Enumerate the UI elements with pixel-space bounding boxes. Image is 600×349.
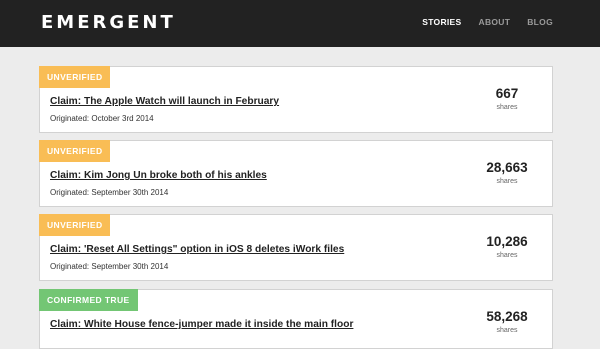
share-count-label: shares xyxy=(496,178,518,185)
share-count-label: shares xyxy=(496,327,518,334)
nav-stories-link[interactable]: STORIES xyxy=(422,17,461,27)
site-logo[interactable]: EMERGENT xyxy=(41,12,176,34)
share-count: 28,663 shares xyxy=(462,160,552,187)
main-nav: STORIES ABOUT BLOG xyxy=(422,17,553,27)
claim-link[interactable]: Claim: The Apple Watch will launch in Fe… xyxy=(50,96,279,108)
status-badge-unverified: UNVERIFIED xyxy=(39,214,111,236)
share-count-label: shares xyxy=(496,252,518,259)
share-count: 667 shares xyxy=(462,86,552,113)
share-count-value: 58,268 xyxy=(486,309,528,324)
share-count: 58,268 shares xyxy=(462,309,552,336)
originated-date: Originated: September 30th 2014 xyxy=(50,188,169,197)
status-badge-confirmed-true: CONFIRMED TRUE xyxy=(39,289,138,311)
nav-blog-link[interactable]: BLOG xyxy=(527,17,553,27)
originated-date: Originated: September 30th 2014 xyxy=(50,262,169,271)
story-card[interactable]: UNVERIFIED Claim: 'Reset All Settings" o… xyxy=(39,214,553,281)
share-count-value: 28,663 xyxy=(486,160,528,175)
share-count-label: shares xyxy=(496,104,518,111)
share-count: 10,286 shares xyxy=(462,234,552,261)
story-card[interactable]: UNVERIFIED Claim: Kim Jong Un broke both… xyxy=(39,140,553,207)
claim-link[interactable]: Claim: 'Reset All Settings" option in iO… xyxy=(50,244,344,256)
top-navigation-bar: EMERGENT STORIES ABOUT BLOG xyxy=(0,0,600,47)
status-badge-unverified: UNVERIFIED xyxy=(39,140,111,162)
share-count-value: 10,286 xyxy=(486,234,528,249)
story-card[interactable]: UNVERIFIED Claim: The Apple Watch will l… xyxy=(39,66,553,133)
claim-link[interactable]: Claim: White House fence-jumper made it … xyxy=(50,319,353,331)
originated-date: Originated: October 3rd 2014 xyxy=(50,114,154,123)
status-badge-unverified: UNVERIFIED xyxy=(39,66,111,88)
story-card[interactable]: CONFIRMED TRUE Claim: White House fence-… xyxy=(39,289,553,349)
share-count-value: 667 xyxy=(495,86,519,101)
claim-link[interactable]: Claim: Kim Jong Un broke both of his ank… xyxy=(50,170,267,182)
nav-about-link[interactable]: ABOUT xyxy=(479,17,511,27)
